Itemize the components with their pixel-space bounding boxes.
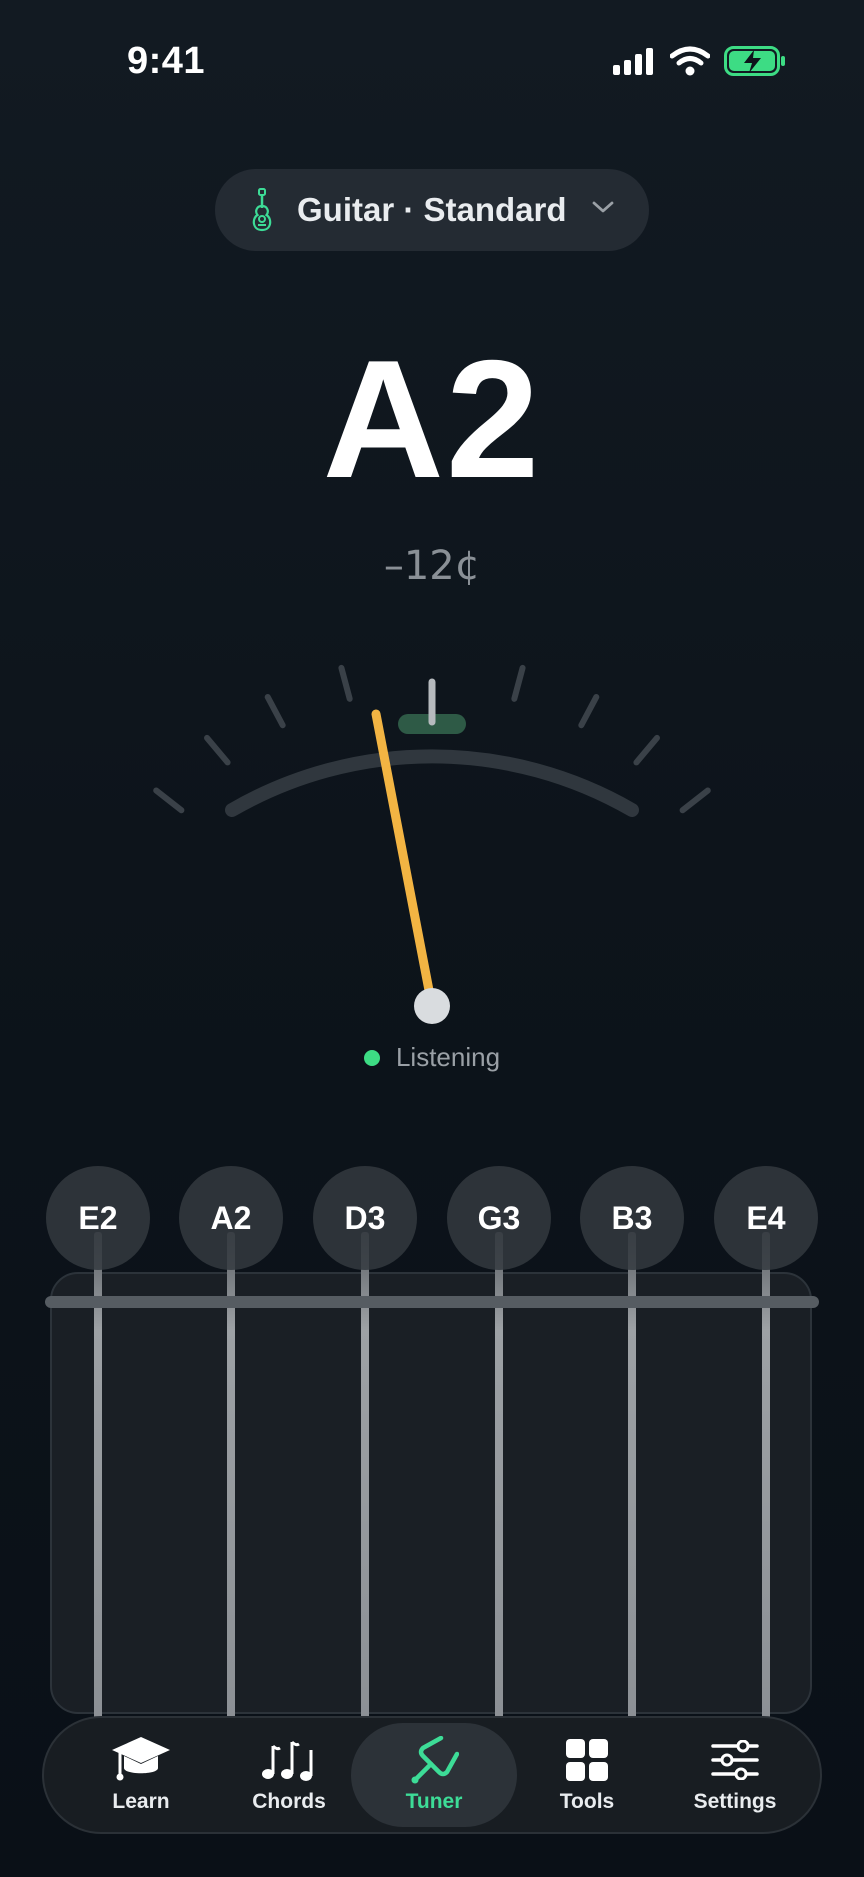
tuning-gauge [153, 664, 711, 1024]
string-button-e4[interactable]: E4 [714, 1166, 818, 1270]
sliders-icon [711, 1740, 759, 1780]
string-button-e2[interactable]: E2 [46, 1166, 150, 1270]
chevron-down-icon [592, 201, 614, 213]
music-notes-icon [262, 1740, 313, 1781]
tuning-selector[interactable]: Guitar · Standard [215, 169, 649, 251]
tab-bar: Learn Chords Tuner Tools Settings [42, 1716, 822, 1834]
gauge-tick [204, 734, 231, 766]
tab-chords[interactable]: Chords [214, 1718, 364, 1832]
cents-offset: –12¢ [383, 543, 481, 589]
string-button-d3[interactable]: D3 [313, 1166, 417, 1270]
status-bar: 9:41 [0, 0, 864, 120]
string-button-b3[interactable]: B3 [580, 1166, 684, 1270]
status-time: 9:41 [127, 40, 206, 82]
gauge-tick [153, 787, 185, 814]
graduation-cap-icon [112, 1737, 170, 1781]
wifi-icon [670, 46, 710, 76]
string-button-g3[interactable]: G3 [447, 1166, 551, 1270]
tab-learn[interactable]: Learn [66, 1718, 216, 1832]
battery-charging-icon [724, 46, 785, 76]
gauge-tick [578, 693, 600, 729]
fretboard-nut [45, 1296, 819, 1308]
tab-tuner[interactable]: Tuner [351, 1723, 517, 1827]
grid-icon [566, 1739, 608, 1781]
tuning-label: Guitar · Standard [297, 191, 567, 228]
string-selector: E2 A2 D3 G3 B3 E4 [0, 1160, 864, 1720]
needle-pivot [414, 988, 450, 1024]
guitar-icon [252, 188, 272, 232]
tuning-fork-icon [411, 1736, 459, 1784]
gauge-tick [679, 787, 711, 814]
detected-note: A2 [322, 325, 542, 513]
gauge-tick [264, 693, 286, 729]
listening-dot [363, 1049, 380, 1066]
listening-label: Listening [395, 1042, 501, 1072]
gauge-arc [225, 749, 639, 817]
fretboard [50, 1272, 812, 1714]
gauge-tick [633, 734, 660, 766]
signal-icon [613, 48, 653, 75]
gauge-tick [338, 664, 353, 702]
string-button-a2[interactable]: A2 [179, 1166, 283, 1270]
status-icons [612, 46, 786, 76]
listening-indicator: Listening [0, 1042, 864, 1073]
tab-settings[interactable]: Settings [660, 1718, 810, 1832]
gauge-tick [511, 664, 526, 702]
tab-tools[interactable]: Tools [512, 1718, 662, 1832]
